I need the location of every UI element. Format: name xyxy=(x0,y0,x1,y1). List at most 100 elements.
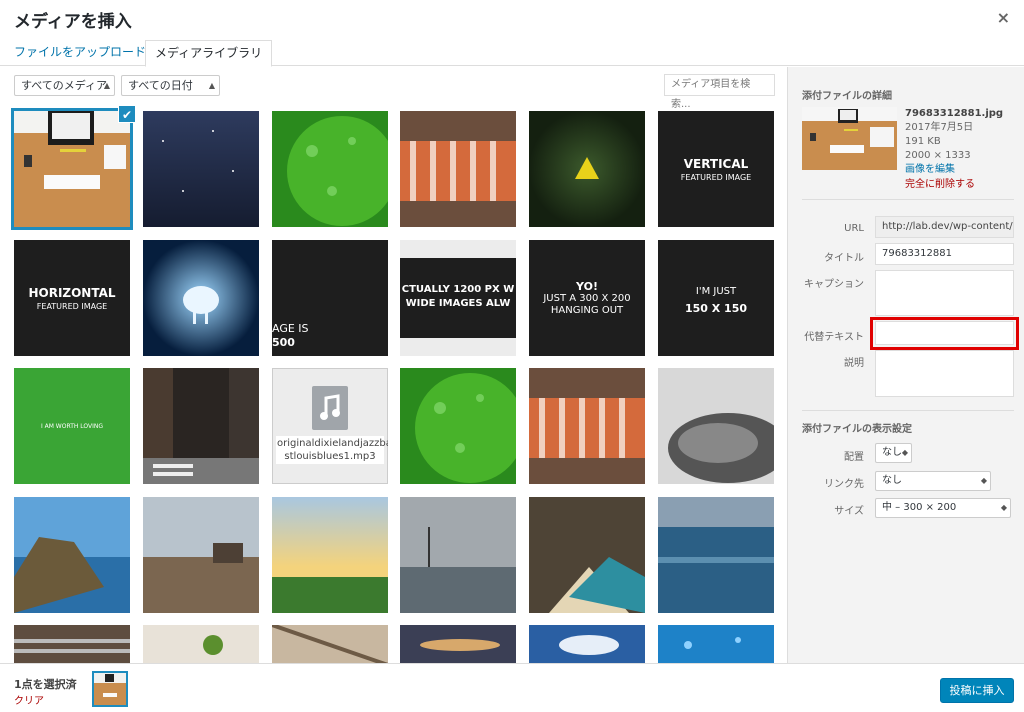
alt-text-label: 代替テキスト xyxy=(804,332,864,343)
railway-image xyxy=(14,625,130,663)
attachment-thumbnail[interactable] xyxy=(658,497,774,613)
bw-rock-image xyxy=(658,368,774,484)
attachment-thumbnail[interactable] xyxy=(143,240,259,356)
attachment-thumbnail[interactable] xyxy=(143,497,259,613)
chevron-updown-icon: ▲ xyxy=(208,81,215,90)
align-select[interactable]: なし ◆ xyxy=(875,443,912,463)
delete-permanently-link[interactable]: 完全に削除する xyxy=(905,178,975,191)
display-settings-heading: 添付ファイルの表示設定 xyxy=(802,424,912,435)
media-type-filter[interactable]: すべてのメディア ▲ xyxy=(14,75,115,96)
attachment-thumbnail[interactable] xyxy=(400,111,516,227)
coral-image xyxy=(400,111,516,227)
audio-file-icon xyxy=(312,386,348,430)
edit-image-link[interactable]: 画像を編集 xyxy=(905,163,955,176)
description-label: 説明 xyxy=(844,358,864,369)
selection-count: 1点を選択済 xyxy=(14,678,77,691)
attachment-thumbnail[interactable] xyxy=(658,625,774,663)
media-type-filter-value: すべてのメディア xyxy=(21,79,108,92)
attachment-thumbnail[interactable] xyxy=(529,368,645,484)
link-to-select[interactable]: なし ◆ xyxy=(875,471,991,491)
media-search-input[interactable]: メディア項目を検索... xyxy=(664,74,775,110)
close-icon[interactable]: × xyxy=(997,8,1010,27)
attachment-thumbnail[interactable] xyxy=(400,368,516,484)
night-sky-image xyxy=(143,111,259,227)
align-label: 配置 xyxy=(844,452,864,463)
size-select[interactable]: 中 – 300 × 200 ◆ xyxy=(875,498,1011,518)
tab-upload-files[interactable]: ファイルをアップロード xyxy=(5,40,155,67)
chevron-updown-icon: ▲ xyxy=(103,81,110,90)
sunset-coast-image xyxy=(272,497,388,613)
attachment-filename: 79683312881.jpg xyxy=(905,108,1004,119)
attachment-thumbnail[interactable]: HORIZONTAL FEATURED IMAGE xyxy=(14,240,130,356)
thumb-caption-line: AGE IS xyxy=(272,322,309,335)
attachment-thumbnail[interactable] xyxy=(14,497,130,613)
misty-sea-image xyxy=(400,497,516,613)
sky-clouds-image xyxy=(529,625,645,663)
thumb-caption-line: HANGING OUT xyxy=(550,305,624,316)
city-street-image xyxy=(143,368,259,484)
attachment-thumbnail[interactable]: VERTICAL FEATURED IMAGE xyxy=(658,111,774,227)
url-field[interactable]: http://lab.dev/wp-content/u xyxy=(875,216,1014,238)
alt-text-highlight xyxy=(870,317,1019,350)
link-to-label: リンク先 xyxy=(824,479,864,490)
thumb-caption-line: FEATURED IMAGE xyxy=(36,302,108,311)
title-label: タイトル xyxy=(824,253,864,264)
size-label: サイズ xyxy=(834,506,864,517)
attachment-thumbnail[interactable]: AGE IS 500 xyxy=(272,240,388,356)
plant-wall-image xyxy=(143,625,259,663)
attachment-thumbnail[interactable] xyxy=(272,625,388,663)
thumb-caption-line: HORIZONTAL xyxy=(28,286,116,300)
url-label: URL xyxy=(844,223,864,234)
selection-thumbnail[interactable] xyxy=(92,671,128,707)
chevron-updown-icon: ◆ xyxy=(1000,503,1007,512)
attachment-thumbnail[interactable]: I AM WORTH LOVING xyxy=(14,368,130,484)
coral-image xyxy=(529,368,645,484)
caption-label: キャプション xyxy=(804,279,864,290)
attachment-thumbnail[interactable] xyxy=(400,625,516,663)
attachment-thumbnail[interactable] xyxy=(400,497,516,613)
chevron-updown-icon: ◆ xyxy=(901,448,908,457)
attachment-dimensions: 2000 × 1333 xyxy=(905,150,971,161)
attachment-thumbnail[interactable] xyxy=(272,497,388,613)
desk-photo-image xyxy=(14,111,130,227)
thumb-caption-line: 150 X 150 xyxy=(684,302,748,315)
thumb-caption-line: I AM WORTH LOVING xyxy=(40,423,104,430)
attachment-thumbnail[interactable]: I'M JUST 150 X 150 xyxy=(658,240,774,356)
green-leaf-image xyxy=(400,368,516,484)
green-leaf-image xyxy=(272,111,388,227)
insert-into-post-button[interactable]: 投稿に挿入 xyxy=(940,678,1014,703)
attachment-thumbnail[interactable] xyxy=(11,108,133,230)
attachment-filesize: 191 KB xyxy=(905,136,941,147)
attachment-thumbnail[interactable] xyxy=(14,625,130,663)
divider xyxy=(802,199,1014,200)
insert-media-modal: メディアを挿入 × ファイルをアップロード メディアライブラリ すべてのメディア… xyxy=(0,0,1024,712)
check-icon[interactable]: ✔ xyxy=(118,105,136,123)
tab-media-library[interactable]: メディアライブラリ xyxy=(145,40,273,67)
attachment-thumbnail[interactable]: CTUALLY 1200 PX W WIDE IMAGES ALW xyxy=(400,240,516,356)
align-select-value: なし xyxy=(882,447,902,458)
beach-cove-image xyxy=(529,497,645,613)
date-filter-value: すべての日付 xyxy=(128,79,193,92)
attachment-thumbnail[interactable]: YO! JUST A 300 X 200 HANGING OUT xyxy=(529,240,645,356)
attachment-thumbnail[interactable] xyxy=(529,625,645,663)
attachment-thumbnail[interactable] xyxy=(272,111,388,227)
clear-selection-link[interactable]: クリア xyxy=(14,692,44,707)
thumb-caption-line: I'M JUST xyxy=(695,286,737,297)
wood-spokes-image xyxy=(272,625,388,663)
link-to-select-value: なし xyxy=(882,475,902,486)
divider xyxy=(802,410,1014,411)
description-field[interactable] xyxy=(875,350,1014,397)
attachment-thumbnail[interactable] xyxy=(143,625,259,663)
water-drops-image xyxy=(658,625,774,663)
attachment-thumbnail[interactable] xyxy=(143,368,259,484)
date-filter[interactable]: すべての日付 ▲ xyxy=(121,75,220,96)
title-field[interactable]: 79683312881 xyxy=(875,243,1014,265)
caption-field[interactable] xyxy=(875,270,1014,316)
attachment-thumbnail[interactable] xyxy=(529,497,645,613)
attachment-thumbnail[interactable] xyxy=(529,111,645,227)
media-browser: すべてのメディア ▲ すべての日付 ▲ メディア項目を検索... ✔ VERTIC… xyxy=(0,67,787,663)
thumb-caption-line: YO! xyxy=(576,280,598,293)
attachment-thumbnail[interactable] xyxy=(143,111,259,227)
attachment-thumbnail[interactable]: originaldixielandjazzbandwithalbernard-s… xyxy=(272,368,388,484)
attachment-thumbnail[interactable] xyxy=(658,368,774,484)
